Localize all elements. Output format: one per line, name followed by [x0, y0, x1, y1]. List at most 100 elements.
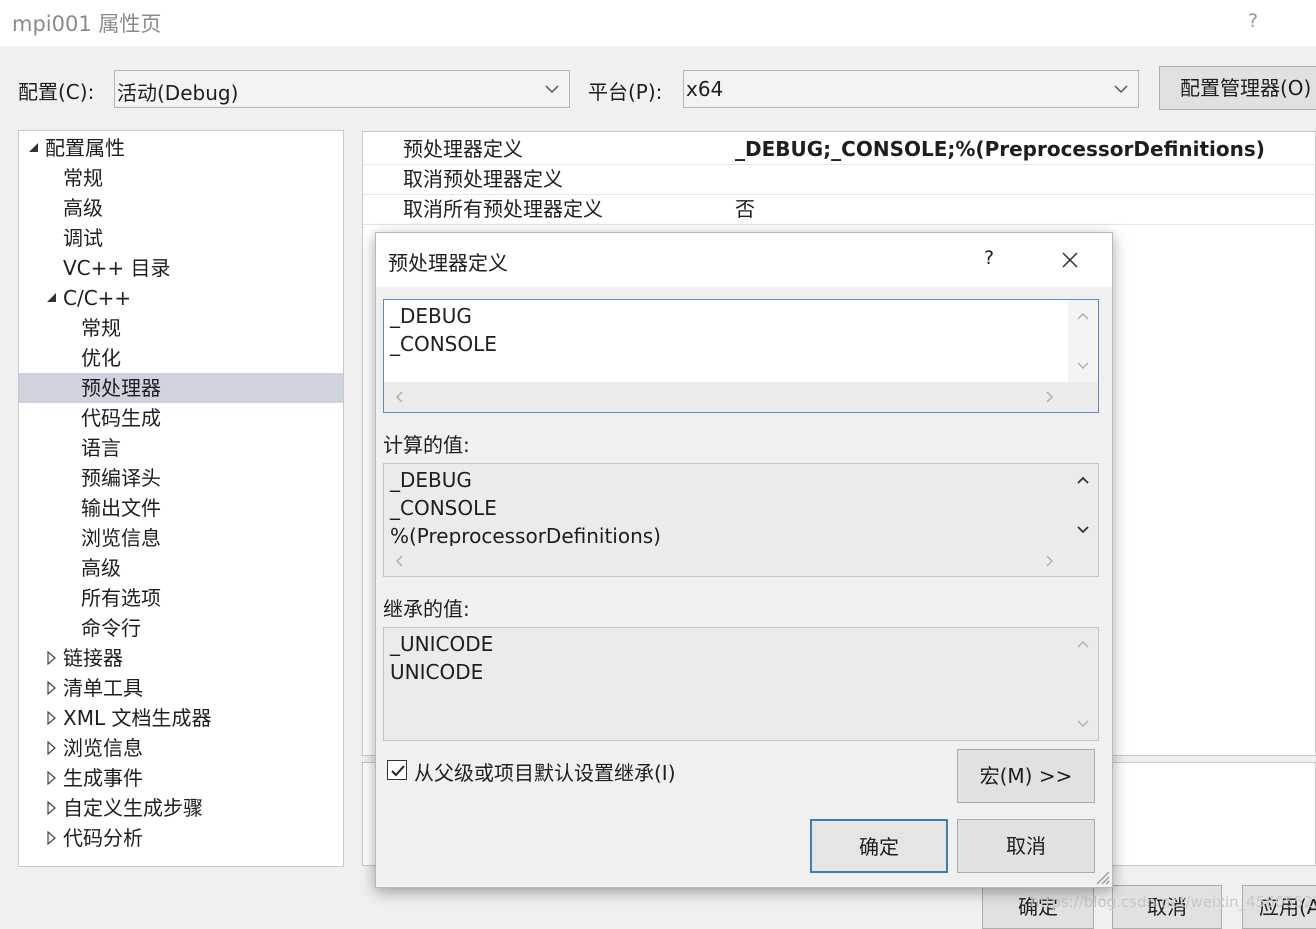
property-row[interactable]: 预处理器定义 _DEBUG;_CONSOLE;%(PreprocessorDefi… [363, 134, 1316, 165]
tree-item-label: 常规 [63, 166, 103, 190]
tree-item[interactable]: 优化 [19, 343, 343, 373]
definitions-vertical-scrollbar[interactable] [1068, 300, 1098, 382]
chevron-down-icon[interactable] [1077, 720, 1089, 728]
inherit-checkbox-label[interactable]: 从父级或项目默认设置继承(I) [414, 757, 676, 786]
tree-item[interactable]: 配置属性 [19, 133, 343, 163]
tree-item[interactable]: 代码分析 [19, 823, 343, 853]
config-manager-button[interactable]: 配置管理器(O) [1159, 66, 1316, 110]
expanded-triangle-icon[interactable] [45, 291, 59, 305]
tree-item[interactable]: 所有选项 [19, 583, 343, 613]
definitions-text: _DEBUG _CONSOLE [390, 304, 497, 356]
tree-item-label: C/C++ [63, 286, 132, 310]
computed-vertical-scrollbar[interactable] [1068, 464, 1098, 546]
help-icon[interactable]: ? [1248, 10, 1258, 32]
tree-item[interactable]: 自定义生成步骤 [19, 793, 343, 823]
tree-item[interactable]: 高级 [19, 193, 343, 223]
tree-item-label: 清单工具 [63, 676, 143, 700]
resize-grip-icon[interactable] [1094, 869, 1110, 885]
tree-item[interactable]: 浏览信息 [19, 523, 343, 553]
tree-item-label: 配置属性 [45, 136, 125, 160]
chevron-right-icon[interactable] [1046, 555, 1054, 567]
macros-button[interactable]: 宏(M) >> [957, 749, 1095, 803]
chevron-down-icon[interactable] [1077, 526, 1089, 534]
definitions-textbox[interactable]: _DEBUG _CONSOLE [383, 299, 1099, 413]
property-tree[interactable]: 配置属性 常规 高级 调试 VC++ 目录 C/C++ 常规 优化 预处理器 代码生成 语言 预编译头… [18, 130, 344, 867]
tree-item[interactable]: 清单工具 [19, 673, 343, 703]
tree-item-label: 链接器 [63, 646, 123, 670]
tree-item-label: 调试 [63, 226, 103, 250]
tree-item-label: 预处理器 [81, 376, 161, 400]
platform-combobox[interactable]: x64 [683, 70, 1139, 108]
inherited-values-box: _UNICODE UNICODE [383, 627, 1099, 741]
inherited-values-text: _UNICODE UNICODE [390, 632, 494, 684]
definitions-horizontal-scrollbar[interactable] [384, 382, 1098, 412]
tree-item[interactable]: 常规 [19, 313, 343, 343]
collapsed-triangle-icon[interactable] [45, 741, 59, 755]
chevron-down-icon[interactable] [1077, 362, 1089, 370]
computed-horizontal-scrollbar[interactable] [384, 546, 1098, 576]
collapsed-triangle-icon[interactable] [45, 651, 59, 665]
chevron-down-icon [1114, 85, 1128, 94]
property-row[interactable]: 取消预处理器定义 [363, 164, 1316, 195]
tree-item-label: 语言 [81, 436, 121, 460]
tree-item[interactable]: 预编译头 [19, 463, 343, 493]
collapsed-triangle-icon[interactable] [45, 801, 59, 815]
tree-item[interactable]: 输出文件 [19, 493, 343, 523]
tree-item[interactable]: C/C++ [19, 283, 343, 313]
property-value: 否 [735, 197, 755, 221]
chevron-left-icon[interactable] [395, 555, 403, 567]
tree-item-label: 预编译头 [81, 466, 161, 490]
tree-item-label: 代码分析 [63, 826, 143, 850]
expanded-triangle-icon[interactable] [27, 141, 41, 155]
tree-item[interactable]: 浏览信息 [19, 733, 343, 763]
tree-item[interactable]: 预处理器 [19, 373, 343, 403]
collapsed-triangle-icon[interactable] [45, 681, 59, 695]
tree-item-label: 常规 [81, 316, 121, 340]
checkmark-icon [391, 765, 405, 777]
preprocessor-definitions-dialog: 预处理器定义 ? _DEBUG _CONSOLE 计算的值: _DEBUG _C… [375, 232, 1113, 888]
chevron-up-icon[interactable] [1077, 476, 1089, 484]
config-label: 配置(C): [18, 80, 95, 104]
tree-item-label: 浏览信息 [81, 526, 161, 550]
inherited-vertical-scrollbar[interactable] [1068, 628, 1098, 740]
dialog-title: 预处理器定义 [388, 251, 508, 275]
dialog-ok-button[interactable]: 确定 [810, 819, 948, 873]
tree-item-label: 高级 [81, 556, 121, 580]
tree-item-label: 所有选项 [81, 586, 161, 610]
chevron-up-icon[interactable] [1077, 312, 1089, 320]
inherited-values-label: 继承的值: [383, 597, 470, 621]
tree-item[interactable]: 命令行 [19, 613, 343, 643]
config-value: 活动(Debug) [117, 81, 239, 105]
property-name: 取消所有预处理器定义 [403, 197, 603, 221]
platform-value: x64 [686, 77, 724, 101]
close-icon[interactable] [1062, 252, 1078, 268]
chevron-left-icon[interactable] [395, 391, 403, 403]
dialog-cancel-button[interactable]: 取消 [957, 819, 1095, 873]
tree-item[interactable]: 代码生成 [19, 403, 343, 433]
inherit-checkbox[interactable] [387, 760, 407, 780]
dialog-header: 预处理器定义 ? [376, 233, 1112, 287]
tree-item[interactable]: 调试 [19, 223, 343, 253]
tree-item-label: 高级 [63, 196, 103, 220]
tree-item-label: 浏览信息 [63, 736, 143, 760]
collapsed-triangle-icon[interactable] [45, 771, 59, 785]
tree-item[interactable]: 链接器 [19, 643, 343, 673]
title-bar: mpi001 属性页 ? [0, 0, 1316, 46]
tree-item-label: 生成事件 [63, 766, 143, 790]
tree-item[interactable]: VC++ 目录 [19, 253, 343, 283]
tree-item[interactable]: 生成事件 [19, 763, 343, 793]
property-row[interactable]: 取消所有预处理器定义 否 [363, 194, 1316, 225]
chevron-up-icon[interactable] [1077, 640, 1089, 648]
tree-item-label: XML 文档生成器 [63, 706, 212, 730]
collapsed-triangle-icon[interactable] [45, 831, 59, 845]
window-title: mpi001 属性页 [12, 12, 162, 36]
tree-item[interactable]: 语言 [19, 433, 343, 463]
chevron-right-icon[interactable] [1046, 391, 1054, 403]
tree-item[interactable]: XML 文档生成器 [19, 703, 343, 733]
collapsed-triangle-icon[interactable] [45, 711, 59, 725]
tree-item[interactable]: 常规 [19, 163, 343, 193]
tree-item-label: 命令行 [81, 616, 141, 640]
config-combobox[interactable]: 活动(Debug) [114, 70, 570, 108]
tree-item[interactable]: 高级 [19, 553, 343, 583]
dialog-help-icon[interactable]: ? [984, 247, 994, 269]
